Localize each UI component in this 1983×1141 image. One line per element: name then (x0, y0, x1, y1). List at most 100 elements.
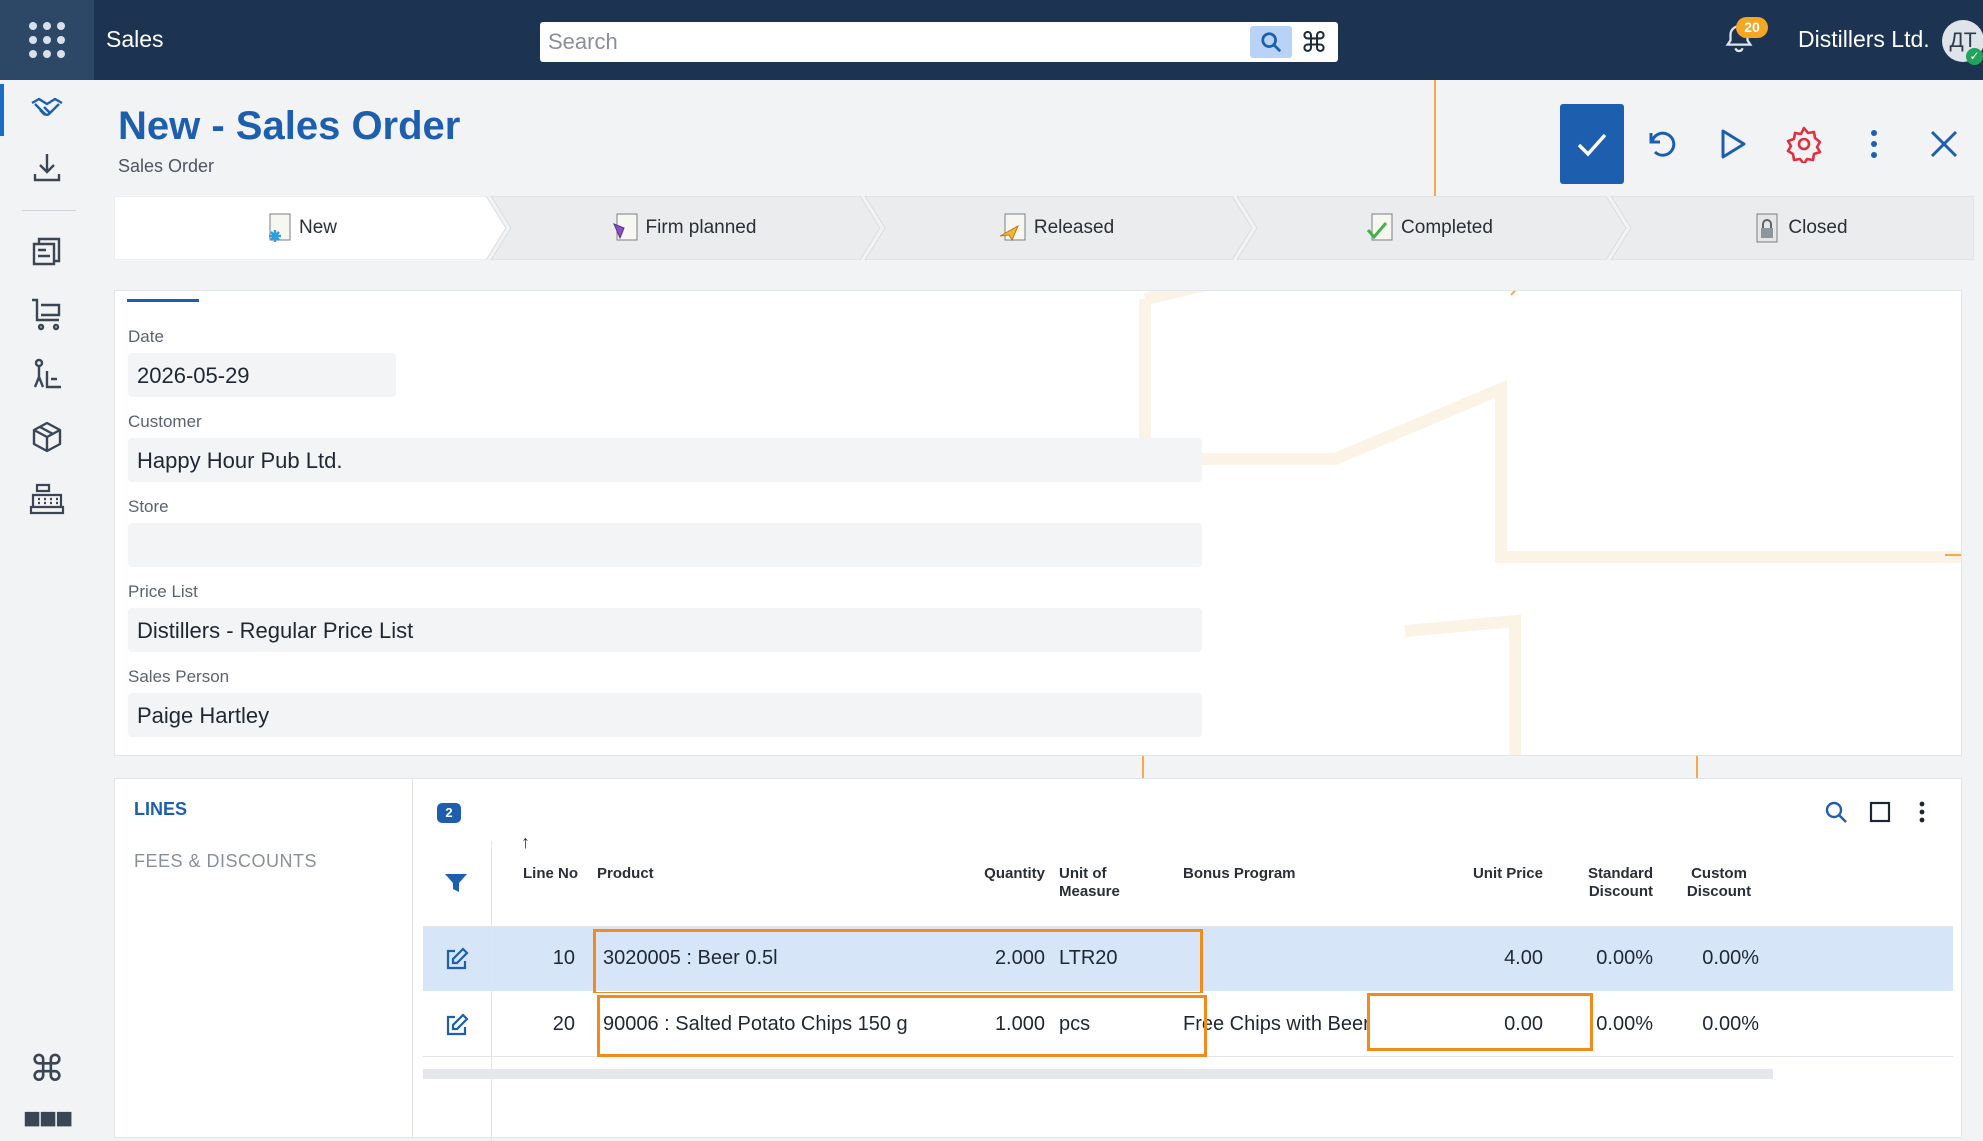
more-menu-button[interactable] (1842, 104, 1906, 184)
new-status-icon (268, 213, 291, 242)
more-dots-icon: ■■■ (22, 1102, 73, 1135)
status-stage-bar: New Firm planned Released Completed Clos… (114, 196, 1974, 260)
edit-icon (446, 947, 469, 970)
date-label: Date (128, 327, 164, 346)
grid-expand-button[interactable] (1865, 797, 1895, 827)
customer-label: Customer (128, 412, 202, 431)
sort-asc-icon: ↑ (521, 832, 530, 852)
header-form: Date 2026-05-29 Customer Happy Hour Pub … (114, 290, 1962, 756)
handshake-icon (31, 97, 63, 116)
customer-field[interactable]: Happy Hour Pub Ltd. (128, 438, 1202, 482)
sidebar-item-products[interactable] (28, 418, 66, 456)
cell-line-no: 10 (552, 947, 575, 969)
store-field[interactable] (128, 523, 1202, 567)
cell-custom-discount[interactable]: 0.00% (1623, 1013, 1759, 1036)
undo-button[interactable] (1630, 104, 1694, 184)
horizontal-scrollbar[interactable] (423, 1069, 1773, 1079)
col-header-quantity[interactable]: Quantity (903, 865, 1045, 883)
top-bar: Sales ⌘ 20 Distillers Ltd. ДТ ✓ (0, 0, 1983, 80)
col-header-product[interactable]: Product (597, 865, 654, 883)
kebab-menu-icon (1919, 801, 1925, 823)
stage-label: Firm planned (645, 217, 757, 238)
grid-search-button[interactable] (1821, 797, 1851, 827)
store-label: Store (128, 497, 169, 516)
col-header-unit-price[interactable]: Unit Price (1433, 865, 1543, 883)
sidebar-item-sales[interactable] (28, 90, 66, 128)
search-icon (1825, 801, 1847, 823)
sidebar-item-warehouse[interactable] (28, 356, 66, 394)
tab-fees-discounts[interactable]: FEES & DISCOUNTS (134, 851, 317, 872)
decorative-tick (1142, 756, 1144, 778)
edit-row-button[interactable] (445, 1013, 469, 1042)
close-button[interactable] (1912, 104, 1976, 184)
app-title: Sales (106, 26, 164, 52)
released-icon (999, 213, 1026, 242)
command-button[interactable]: ⌘ (1296, 26, 1332, 58)
cash-register-icon (29, 483, 65, 515)
stage-firm-planned[interactable]: Firm planned (506, 196, 860, 260)
lines-grid: ↑ Line No Product Quantity Unit of Measu… (423, 833, 1953, 1141)
sales-person-field[interactable]: Paige Hartley (128, 693, 1202, 737)
col-header-uom[interactable]: Unit of Measure (1059, 865, 1139, 901)
save-button[interactable] (1560, 104, 1624, 184)
stage-closed[interactable]: Closed (1626, 196, 1974, 260)
run-button[interactable] (1700, 104, 1764, 184)
completed-icon (1366, 213, 1393, 241)
check-icon (1577, 133, 1607, 157)
highlight-box (1367, 993, 1593, 1051)
grid-header-row: ↑ Line No Product Quantity Unit of Measu… (423, 833, 1953, 927)
search-input[interactable] (548, 26, 1248, 58)
box-icon (32, 421, 62, 453)
sidebar-more-button[interactable]: ■■■ (23, 1100, 73, 1138)
search-box: ⌘ (540, 22, 1338, 62)
decorative-line (1434, 80, 1436, 196)
sidebar-item-download[interactable] (28, 148, 66, 186)
close-icon (1930, 130, 1958, 158)
notification-count-badge: 20 (1736, 17, 1768, 38)
stage-new[interactable]: New (114, 196, 486, 260)
filter-button[interactable] (443, 871, 469, 900)
edit-row-button[interactable] (445, 947, 469, 976)
worker-icon (33, 358, 61, 389)
page-subtitle: Sales Order (118, 156, 215, 176)
download-icon (33, 154, 61, 182)
kebab-menu-icon (1871, 130, 1877, 158)
sidebar-item-pos[interactable] (28, 480, 66, 518)
search-button[interactable] (1250, 26, 1292, 58)
col-header-bonus-program[interactable]: Bonus Program (1183, 865, 1296, 883)
stage-label: Closed (1788, 217, 1848, 238)
sidebar-item-shortcuts[interactable]: ⌘ (28, 1048, 66, 1089)
edit-icon (446, 1013, 469, 1036)
stage-released[interactable]: Released (880, 196, 1232, 260)
app-launcher-button[interactable] (0, 0, 94, 80)
grid-more-button[interactable] (1907, 797, 1937, 827)
col-header-line-no[interactable]: Line No (523, 865, 578, 883)
sales-person-label: Sales Person (128, 667, 230, 686)
settings-button[interactable] (1772, 104, 1836, 184)
search-icon (1261, 32, 1282, 53)
filter-icon (445, 874, 467, 892)
col-header-standard-discount[interactable]: Standard Discount (1573, 865, 1653, 901)
highlight-box (593, 929, 1203, 995)
highlight-box (597, 995, 1207, 1057)
sidebar-item-documents[interactable] (28, 232, 66, 270)
price-list-field[interactable]: Distillers - Regular Price List (128, 608, 1202, 652)
gear-icon (1786, 126, 1822, 163)
documents-icon (32, 237, 61, 266)
date-field[interactable]: 2026-05-29 (128, 353, 396, 397)
tab-lines[interactable]: LINES (134, 799, 187, 820)
lines-panel: LINES FEES & DISCOUNTS 2 ↑ Line No Produ… (114, 778, 1962, 1141)
firm-planned-icon (612, 213, 638, 241)
cell-bonus-program: Free Chips with Beer (1183, 1013, 1370, 1035)
cell-custom-discount[interactable]: 0.00% (1623, 947, 1759, 970)
cell-unit-price[interactable]: 4.00 (1403, 947, 1543, 970)
sidebar-active-indicator (0, 84, 4, 136)
decorative-tick (1696, 756, 1698, 778)
stage-completed[interactable]: Completed (1252, 196, 1606, 260)
lines-tab-nav: LINES FEES & DISCOUNTS (115, 779, 413, 1139)
col-header-custom-discount[interactable]: Custom Discount (1679, 865, 1759, 901)
command-icon: ⌘ (29, 1048, 65, 1089)
company-name[interactable]: Distillers Ltd. (1798, 26, 1930, 53)
sidebar-item-cart[interactable] (28, 294, 66, 332)
play-icon (1721, 129, 1746, 159)
